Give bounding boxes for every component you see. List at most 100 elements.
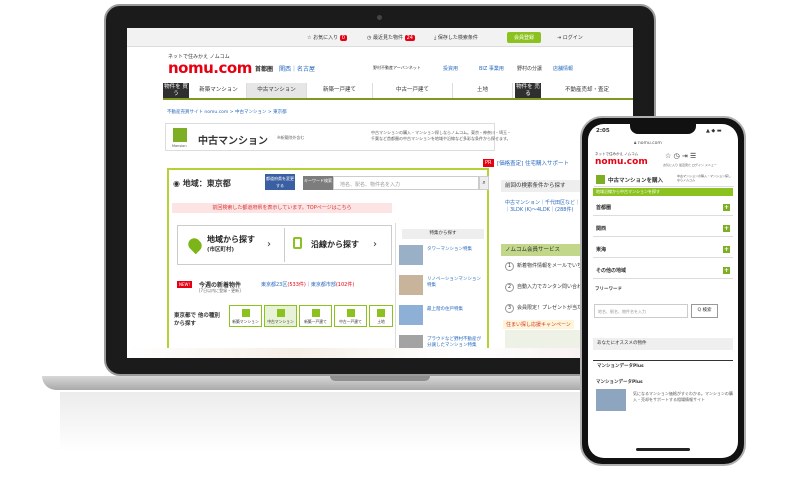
recent-link[interactable]: ◷ 最近見た物件 24 — [367, 34, 415, 41]
keyword-input[interactable]: 地名、駅名、物件名を入力 — [333, 176, 479, 190]
bottom-strip — [127, 348, 633, 358]
phone-page-title: 中古マンションを購入 — [608, 178, 664, 184]
nav-new-mansion[interactable]: 新築マンション — [191, 83, 247, 98]
other-types-label: 東京都で 他の種別から探す — [174, 313, 220, 327]
phone-section-bar: 地域沿線から中古マンションを探す — [593, 188, 733, 196]
search-by-area-label: 地域から探す — [207, 235, 255, 244]
nomura-link[interactable]: 野村の分譲 — [517, 65, 542, 72]
investment-link[interactable]: 投資用 — [443, 65, 458, 72]
laptop-screen: ☆ お気に入り 0 ◷ 最近見た物件 24 ⤓ 保存した検索条件 会員登録 ⇥ … — [127, 28, 633, 358]
plus-icon: + — [723, 225, 730, 232]
phone-banner-title: マンションデータPlus — [596, 380, 643, 385]
phone-region-other[interactable]: その他の地域 + — [593, 263, 733, 279]
phone-region-shutoken[interactable]: 首都圏 + — [593, 200, 733, 216]
type-label: 新築マンション — [232, 319, 259, 324]
type-label: 新築一戸建て — [304, 319, 327, 324]
train-icon — [293, 237, 302, 249]
laptop-camera — [377, 15, 382, 20]
nav-used-house[interactable]: 中古一戸建て — [373, 83, 453, 98]
business-link[interactable]: BIZ 事業用 — [479, 65, 504, 72]
region-label: その他の地域 — [596, 268, 627, 274]
new-count-city: (102件) — [335, 282, 355, 288]
login-icon[interactable]: ⇥ — [682, 152, 688, 160]
phone-logo[interactable]: nomu.com — [595, 157, 648, 167]
register-button[interactable]: 会員登録 — [507, 32, 542, 43]
campaign-banner[interactable]: 住まい探し応援キャンペーン — [503, 320, 574, 329]
area-heading: ◉ 地域：東京都 — [173, 178, 231, 189]
feature-thumbnail — [399, 305, 423, 325]
feature-header: 特集から探す — [402, 229, 484, 239]
laptop-notch — [330, 376, 430, 381]
type-land-button[interactable]: 土地 — [369, 305, 393, 327]
chevron-right-icon-2: › — [373, 239, 377, 250]
number-badge: 2 — [505, 283, 514, 292]
main-nav: 物件を 買う 新築マンション 中古マンション 新築一戸建て 中古一戸建て 土地 … — [163, 83, 633, 100]
feature-item-label: タワーマンション特集 — [427, 247, 472, 252]
new-count-23ku: (533件) — [287, 282, 306, 288]
favorites-link[interactable]: ☆ お気に入り 0 — [307, 34, 347, 41]
phone-status-icons: ▲ ◆ ▬ — [706, 128, 722, 134]
phone-time: 2:05 — [596, 128, 610, 134]
new-link-23ku[interactable]: 東京都23区 — [261, 282, 287, 288]
new-listings-links: 東京都23区(533件)｜東京都市部(102件) — [261, 282, 355, 288]
recent-label: 最近見た物件 — [372, 35, 403, 41]
phone-recommend-bar[interactable]: あなたにオススメの物件 — [593, 338, 733, 350]
feature-item[interactable]: 最上階の住戸特集 — [399, 302, 485, 328]
feature-thumbnail — [399, 245, 423, 265]
type-new-mansion-button[interactable]: 新築マンション — [229, 305, 262, 327]
new-link-city[interactable]: 東京都市部 — [311, 282, 336, 288]
star-icon[interactable]: ☆ — [665, 152, 671, 160]
feature-item[interactable]: リノベーションマンション特集 — [399, 272, 485, 298]
search-by-area-button[interactable]: 地域から探す (市区町村) — [207, 234, 255, 253]
search-by-line-button[interactable]: 沿線から探す — [311, 239, 359, 250]
region-links[interactable]: 関西｜名古屋 — [279, 64, 315, 73]
pr-link[interactable]: [価格査定] 住宅購入サポート — [497, 159, 569, 167]
keyword-label: キーワード検索 — [303, 176, 333, 190]
type-new-house-button[interactable]: 新築一戸建て — [299, 305, 332, 327]
menu-icon[interactable]: ☰ — [690, 152, 696, 160]
search-by-area-sub: (市区町村) — [207, 247, 235, 253]
phone-banner-text[interactable]: 気になるマンション価格がすぐわかる。マンションの購入・売却をサポートする相場情報… — [633, 391, 733, 403]
nav-new-house[interactable]: 新築一戸建て — [307, 83, 373, 98]
feature-thumbnail — [399, 275, 423, 295]
nav-land[interactable]: 土地 — [453, 83, 513, 98]
phone-freeword-input[interactable]: 地名、駅名、物件名を入力 — [594, 304, 688, 318]
type-used-house-button[interactable]: 中古一戸建て — [334, 305, 367, 327]
nav-sell-label: 物件を 売る — [515, 83, 541, 98]
region-main[interactable]: 首都圏 — [255, 64, 273, 73]
plus-icon: + — [723, 246, 730, 253]
change-prefecture-button[interactable]: 都道府県を変更する — [265, 174, 295, 190]
search-icon[interactable]: ⌕ — [479, 176, 489, 190]
prefecture-notice[interactable]: 前回検索した都道府県を表示しています。TOPページはこちら — [172, 203, 392, 213]
pr-badge: PR — [483, 159, 494, 167]
phone-region-kansai[interactable]: 関西 + — [593, 221, 733, 237]
building-icon — [173, 128, 187, 142]
company-label: 野村不動産アーバンネット — [373, 65, 421, 70]
phone-url[interactable]: 🔒︎ nomu.com — [634, 140, 662, 146]
plus-icon: + — [723, 267, 730, 274]
home-indicator — [636, 448, 690, 451]
clock-icon[interactable]: ◷ — [674, 152, 680, 160]
stores-link[interactable]: 店舗情報 — [553, 65, 573, 72]
building-icon — [277, 309, 285, 317]
site-logo[interactable]: nomu.com — [168, 59, 252, 77]
phone-banner-image[interactable] — [596, 389, 626, 411]
saved-search-link[interactable]: ⤓ 保存した検索条件 — [434, 34, 478, 41]
type-used-mansion-button[interactable]: 中古マンション — [264, 305, 297, 327]
region-label: 東海 — [596, 247, 607, 253]
region-label: 関西 — [596, 226, 607, 232]
laptop-reflection — [60, 392, 670, 452]
feature-item[interactable]: タワーマンション特集 — [399, 242, 485, 268]
nav-used-mansion[interactable]: 中古マンション — [247, 83, 307, 98]
breadcrumb[interactable]: 不動産売買サイト nomu.com > 中古マンション > 東京都 — [167, 109, 287, 115]
new-badge: NEW! — [177, 281, 193, 288]
feature-item-label: リノベーションマンション特集 — [427, 277, 481, 288]
nav-sell[interactable]: 不動産売却・査定 — [543, 83, 631, 98]
nav-buy-label: 物件を 買う — [163, 83, 189, 98]
phone-region-tokai[interactable]: 東海 + — [593, 242, 733, 258]
chevron-right-icon: › — [267, 239, 271, 250]
favorites-label: お気に入り — [313, 35, 339, 41]
utility-bar: ☆ お気に入り 0 ◷ 最近見た物件 24 ⤓ 保存した検索条件 会員登録 ⇥ … — [127, 28, 633, 47]
phone-search-button[interactable]: Q 検索 — [691, 304, 718, 318]
login-link[interactable]: ⇥ ログイン — [557, 34, 583, 41]
